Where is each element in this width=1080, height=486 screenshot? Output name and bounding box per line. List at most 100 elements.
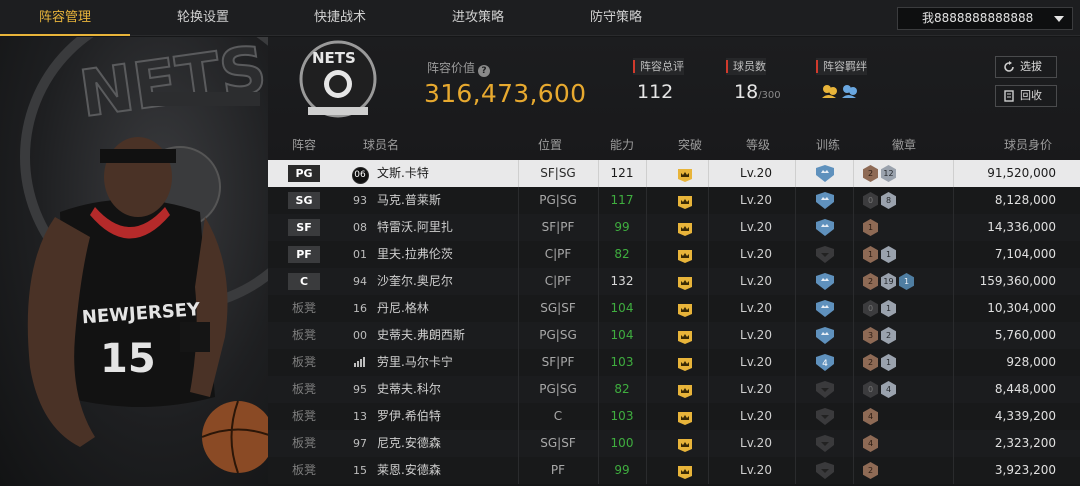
tab-rotation-settings[interactable]: 轮换设置 [138, 0, 268, 36]
column-divider [795, 430, 796, 457]
badge-hex-icon: 1 [881, 246, 896, 263]
bench-label: 板凳 [291, 328, 316, 342]
table-row[interactable]: SG 93 马克.普莱斯 PG|SG 117 Lv.20 0 8 8,128,000 [268, 187, 1080, 214]
player-level: Lv.20 [740, 463, 772, 477]
crown-icon [677, 328, 693, 344]
player-position: PF [550, 463, 566, 477]
column-divider [853, 295, 854, 322]
player-ability: 103 [610, 409, 634, 423]
help-icon[interactable]: ? [478, 65, 491, 77]
col-ability: 能力 [610, 138, 635, 152]
table-row[interactable]: PG 06 文斯.卡特 SF|SG 121 Lv.20 2 12 91,520,000 [268, 160, 1080, 187]
table-row[interactable]: 板凳 13 罗伊.希伯特 C 103 Lv.20 4 4,339,200 [268, 403, 1080, 430]
column-divider [853, 241, 854, 268]
player-name: 劳里.马尔卡宁 [377, 355, 453, 369]
jersey-number: 08 [353, 221, 367, 234]
table-row[interactable]: 板凳 97 尼克.安德森 SG|SF 100 Lv.20 4 2,323,200 [268, 430, 1080, 457]
table-body: PG 06 文斯.卡特 SF|SG 121 Lv.20 2 12 91,520,000 SG 93 马… [268, 160, 1080, 484]
column-divider [795, 403, 796, 430]
lineup-rating: 112 [637, 81, 674, 103]
table-row[interactable]: 板凳 劳里.马尔卡宁 SF|PF 103 Lv.20 4 2 1 928,000 [268, 349, 1080, 376]
lineup-slot-badge: SG [288, 192, 320, 209]
training-shield-icon [815, 219, 835, 236]
table-row[interactable]: 板凳 00 史蒂夫.弗朗西斯 PG|SG 104 Lv.20 3 2 5,760,000 [268, 322, 1080, 349]
table-row[interactable]: SF 08 特雷沃.阿里扎 SF|PF 99 Lv.20 1 14,336,000 [268, 214, 1080, 241]
player-name: 沙奎尔.奥尼尔 [377, 274, 453, 288]
account-dropdown[interactable]: 我8888888888888 [897, 7, 1073, 30]
player-worth: 8,448,000 [994, 382, 1056, 396]
badge-hex-icon: 3 [863, 327, 878, 344]
badge-hex-icon: 4 [863, 435, 878, 452]
table-row[interactable]: 板凳 16 丹尼.格林 SG|SF 104 Lv.20 0 1 10,304,000 [268, 295, 1080, 322]
player-ability: 121 [610, 166, 634, 180]
column-divider [795, 295, 796, 322]
jersey-number: 01 [353, 248, 367, 261]
training-shield-icon [815, 273, 835, 290]
nets-bg-logo-text: NETS [75, 37, 268, 132]
training-shield-icon [815, 435, 835, 452]
column-divider [853, 430, 854, 457]
player-worth: 159,360,000 [979, 274, 1056, 288]
table-row[interactable]: C 94 沙奎尔.奥尼尔 C|PF 132 Lv.20 2 19 1 159,360,000 [268, 268, 1080, 295]
jersey-number: 06 [350, 160, 370, 187]
badge-hex-icon: 1 [881, 354, 896, 371]
column-divider [708, 403, 709, 430]
player-ability: 103 [610, 355, 634, 369]
column-divider [853, 349, 854, 376]
column-divider [708, 376, 709, 403]
column-divider [853, 187, 854, 214]
player-level: Lv.20 [740, 193, 772, 207]
recycle-button[interactable]: 回收 [995, 85, 1057, 107]
column-divider [795, 376, 796, 403]
col-training: 训练 [816, 138, 841, 152]
column-divider [953, 187, 954, 214]
badge-hex-icon: 2 [863, 165, 878, 182]
badge-hex-icon: 1 [863, 246, 878, 263]
jersey-number: 16 [353, 302, 367, 315]
tab-lineup-management[interactable]: 阵容管理 [0, 0, 130, 36]
tab-offense-strategy[interactable]: 进攻策略 [413, 0, 543, 36]
crown-icon [677, 166, 693, 182]
bond-icons[interactable] [820, 83, 860, 101]
player-name: 罗伊.希伯特 [377, 409, 441, 423]
crown-icon [677, 193, 693, 209]
player-position: SG|SF [540, 301, 576, 315]
crown-icon [677, 463, 693, 479]
jersey-number: 00 [353, 329, 367, 342]
badge-hex-icon: 4 [881, 381, 896, 398]
badge-hex-icon: 0 [863, 381, 878, 398]
column-divider [953, 295, 954, 322]
jersey-number: 97 [353, 437, 367, 450]
select-button[interactable]: 选拔 [995, 56, 1057, 78]
table-row[interactable]: PF 01 里夫.拉弗伦茨 C|PF 82 Lv.20 1 1 7,104,000 [268, 241, 1080, 268]
tab-defense-strategy[interactable]: 防守策略 [551, 0, 681, 36]
nets-bg-logo: NETS [74, 37, 268, 133]
badge-hex-icon: 2 [863, 273, 878, 290]
bond-blue-icon [842, 85, 857, 98]
col-level: 等级 [746, 138, 771, 152]
col-name: 球员名 [363, 138, 400, 152]
training-shield-icon [815, 462, 835, 479]
badge-hex-icon: 2 [863, 462, 878, 479]
lineup-slot-badge: C [288, 273, 320, 290]
signal-bars-icon [354, 357, 365, 367]
column-divider [795, 187, 796, 214]
tab-quick-tactics[interactable]: 快捷战术 [275, 0, 405, 36]
player-ability: 100 [610, 436, 634, 450]
player-name: 马克.普莱斯 [377, 193, 441, 207]
bench-label: 板凳 [291, 409, 316, 423]
jersey-number-text: 06 [351, 167, 369, 184]
player-ability: 117 [610, 193, 634, 207]
column-divider [953, 322, 954, 349]
player-name: 丹尼.格林 [377, 301, 429, 315]
player-worth: 3,923,200 [994, 463, 1056, 477]
table-row[interactable]: 板凳 95 史蒂夫.科尔 PG|SG 82 Lv.20 0 4 8,448,000 [268, 376, 1080, 403]
badge-hex-icon: 19 [881, 273, 896, 290]
badge-hex-icon: 2 [881, 327, 896, 344]
table-row[interactable]: 板凳 15 莱恩.安德森 PF 99 Lv.20 2 3,923,200 [268, 457, 1080, 484]
player-portrait: NETS NEWJERSEY 15 [20, 37, 268, 474]
training-shield-icon [815, 408, 835, 425]
column-divider [708, 295, 709, 322]
lineup-value: 316,473,600 [424, 79, 587, 108]
crown-icon [677, 436, 693, 452]
